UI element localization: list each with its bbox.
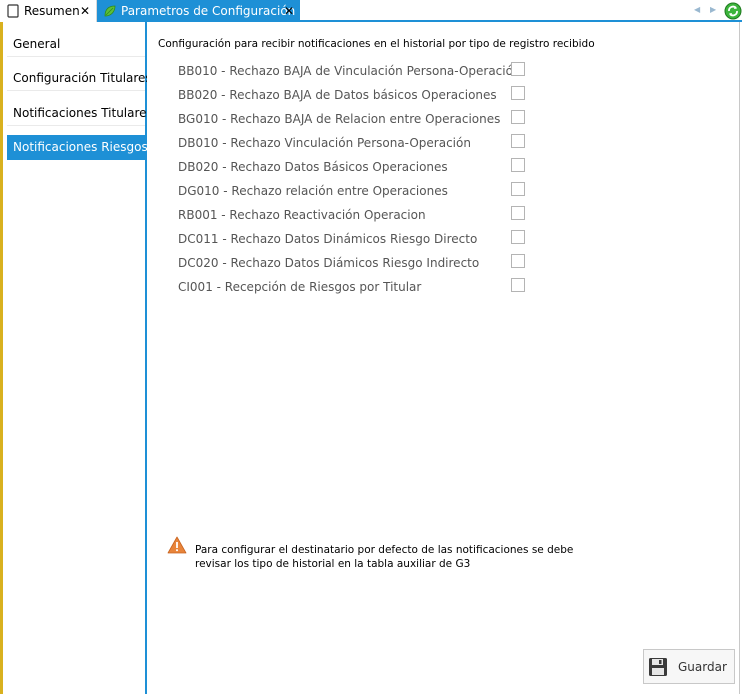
section-title: Configuración para recibir notificacione… xyxy=(158,38,595,50)
checkbox[interactable] xyxy=(511,278,525,292)
checkbox[interactable] xyxy=(511,254,525,268)
row-label: BB010 - Rechazo BAJA de Vinculación Pers… xyxy=(178,64,521,78)
leaf-icon xyxy=(104,5,116,17)
floppy-disk-icon xyxy=(649,657,667,676)
save-button-label: Guardar xyxy=(678,659,727,674)
list-item: DC020 - Rechazo Datos Diámicos Riesgo In… xyxy=(178,254,528,274)
main-panel: Configuración para recibir notificacione… xyxy=(147,22,739,694)
list-item: DG010 - Rechazo relación entre Operacion… xyxy=(178,182,528,202)
scroll-right-icon[interactable]: ▶ xyxy=(710,5,716,14)
row-label: DB010 - Rechazo Vinculación Persona-Oper… xyxy=(178,136,471,150)
sidebar-item-notificaciones-titulares[interactable]: Notificaciones Titulares xyxy=(7,101,153,126)
document-icon xyxy=(7,4,19,18)
list-item: DB020 - Rechazo Datos Básicos Operacione… xyxy=(178,158,528,178)
checkbox[interactable] xyxy=(511,110,525,124)
sidebar-item-label: Configuración Titulares xyxy=(13,71,152,85)
tab-label: Resumen xyxy=(24,4,80,18)
warning-text: Para configurar el destinatario por defe… xyxy=(195,543,573,571)
list-item: RB001 - Rechazo Reactivación Operacion xyxy=(178,206,528,226)
row-label: DB020 - Rechazo Datos Básicos Operacione… xyxy=(178,160,448,174)
list-item: BB010 - Rechazo BAJA de Vinculación Pers… xyxy=(178,62,528,82)
warning-icon xyxy=(167,536,187,554)
sidebar-item-label: Notificaciones Riesgos xyxy=(13,140,148,154)
row-label: BG010 - Rechazo BAJA de Relacion entre O… xyxy=(178,112,501,126)
sidebar-item-general[interactable]: General xyxy=(7,32,145,57)
checkbox[interactable] xyxy=(511,158,525,172)
list-item: DC011 - Rechazo Datos Dinámicos Riesgo D… xyxy=(178,230,528,250)
sidebar-item-label: Notificaciones Titulares xyxy=(13,106,153,120)
row-label: DC020 - Rechazo Datos Diámicos Riesgo In… xyxy=(178,256,480,270)
checkbox[interactable] xyxy=(511,62,525,76)
row-label: RB001 - Rechazo Reactivación Operacion xyxy=(178,208,426,222)
sidebar-item-label: General xyxy=(13,37,61,51)
row-label: BB020 - Rechazo BAJA de Datos básicos Op… xyxy=(178,88,497,102)
row-label: CI001 - Recepción de Riesgos por Titular xyxy=(178,280,422,294)
save-button[interactable]: Guardar xyxy=(643,649,735,684)
checkbox[interactable] xyxy=(511,86,525,100)
tab-label: Parametros de Configuración xyxy=(121,4,296,18)
close-icon[interactable]: ✕ xyxy=(80,3,90,19)
list-item: DB010 - Rechazo Vinculación Persona-Oper… xyxy=(178,134,528,154)
tab-resumen[interactable]: Resumen ✕ xyxy=(0,0,97,22)
warning-message: Para configurar el destinatario por defe… xyxy=(167,536,587,576)
checkbox[interactable] xyxy=(511,182,525,196)
warning-line: revisar los tipo de historial en la tabl… xyxy=(195,558,471,570)
checkbox[interactable] xyxy=(511,134,525,148)
row-label: DC011 - Rechazo Datos Dinámicos Riesgo D… xyxy=(178,232,478,246)
list-item: BB020 - Rechazo BAJA de Datos básicos Op… xyxy=(178,86,528,106)
refresh-icon[interactable] xyxy=(724,2,742,20)
row-label: DG010 - Rechazo relación entre Operacion… xyxy=(178,184,448,198)
list-item: BG010 - Rechazo BAJA de Relacion entre O… xyxy=(178,110,528,130)
sidebar: General Configuración Titulares Notifica… xyxy=(3,22,153,694)
scroll-left-icon[interactable]: ◀ xyxy=(694,5,700,14)
tab-parametros-configuracion[interactable]: Parametros de Configuración ✕ xyxy=(97,0,300,22)
sidebar-item-configuracion-titulares[interactable]: Configuración Titulares xyxy=(7,66,152,91)
tab-strip: Resumen ✕ Parametros de Configuración ✕ … xyxy=(0,0,742,22)
checkbox[interactable] xyxy=(511,230,525,244)
list-item: CI001 - Recepción de Riesgos por Titular xyxy=(178,278,528,298)
warning-line: Para configurar el destinatario por defe… xyxy=(195,544,574,556)
window-right-edge xyxy=(739,22,740,694)
close-icon[interactable]: ✕ xyxy=(284,3,294,19)
sidebar-item-notificaciones-riesgos[interactable]: Notificaciones Riesgos xyxy=(7,135,148,160)
checkbox[interactable] xyxy=(511,206,525,220)
